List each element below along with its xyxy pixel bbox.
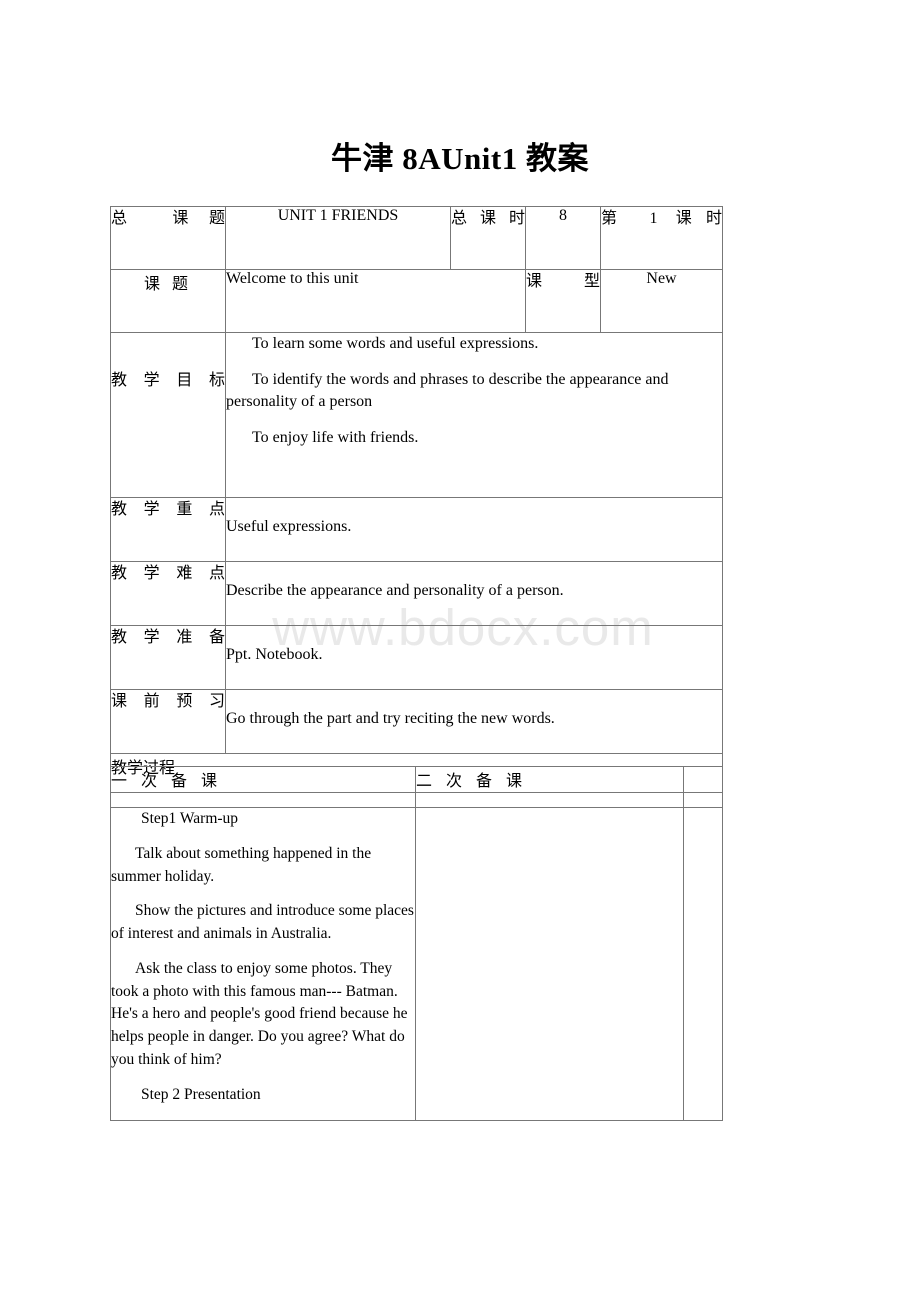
objective-item: To identify the words and phrases to des… [226,370,669,411]
header-first-preparation: 一 次 备 课 [110,766,416,808]
value-topic: Welcome to this unit [225,269,526,333]
page-title: 牛津 8AUnit1 教案 [331,141,589,176]
value-preview: Go through the part and try reciting the… [225,689,723,754]
process-paragraph: Show the pictures and introduce some pla… [111,902,414,943]
content-second-preparation [415,807,684,1121]
value-preparation: Ppt. Notebook. [225,625,723,690]
label-lesson-type: 课型 [525,269,601,333]
process-paragraph: Talk about something happened in the sum… [111,844,372,885]
value-lesson-type: New [600,269,723,333]
label-difficult-points: 教学难点 [110,561,226,626]
label-topic: 课 题 [110,269,226,333]
content-third-column [683,807,723,1121]
label-objectives: 教学目标 [110,332,226,498]
table-row-process-content: Step1 Warm-up Talk about something happe… [110,807,723,1121]
table-row-difficult-points: 教学难点 Describe the appearance and persona… [110,561,723,626]
label-preparation: 教学准备 [110,625,226,690]
table-row-total-topic: 总 课题 UNIT 1 FRIENDS 总课时 8 第 1 课时 [110,206,723,270]
lesson-plan-process-table: 一 次 备 课 二 次 备 课 Step1 Warm-up Talk about… [110,766,723,1121]
process-step: Step 2 Presentation [141,1085,261,1103]
content-first-preparation: Step1 Warm-up Talk about something happe… [110,807,416,1121]
document-page: www.bdocx.com 牛津 8AUnit1 教案 总 课题 UNIT 1 … [0,0,920,1302]
label-current-period: 第 1 课时 [600,206,723,270]
table-row-preview: 课前预习 Go through the part and try recitin… [110,689,723,754]
value-total-topic: UNIT 1 FRIENDS [225,206,451,270]
process-step: Step1 Warm-up [141,810,239,827]
header-third-column [683,766,723,808]
header-second-preparation: 二 次 备 课 [415,766,684,808]
table-row-preparation: 教学准备 Ppt. Notebook. [110,625,723,690]
objective-item: To enjoy life with friends. [252,429,419,447]
label-preview: 课前预习 [110,689,226,754]
value-difficult-points: Describe the appearance and personality … [225,561,723,626]
table-row-objectives: 教学目标 To learn some words and useful expr… [110,332,723,498]
table-row-key-points: 教学重点 Useful expressions. [110,497,723,562]
label-key-points: 教学重点 [110,497,226,562]
table-row-prep-headers: 一 次 备 课 二 次 备 课 [110,766,723,808]
objective-item: To learn some words and useful expressio… [252,335,539,352]
value-key-points: Useful expressions. [225,497,723,562]
lesson-plan-main-table: 总 课题 UNIT 1 FRIENDS 总课时 8 第 1 课时 课 题 Wel… [110,206,723,793]
value-total-periods: 8 [525,206,601,270]
label-total-topic: 总 课题 [110,206,226,270]
value-objectives: To learn some words and useful expressio… [225,332,723,498]
label-total-periods: 总课时 [450,206,526,270]
process-paragraph: Ask the class to enjoy some photos. They… [111,959,408,1069]
table-row-topic: 课 题 Welcome to this unit 课型 New [110,269,723,333]
